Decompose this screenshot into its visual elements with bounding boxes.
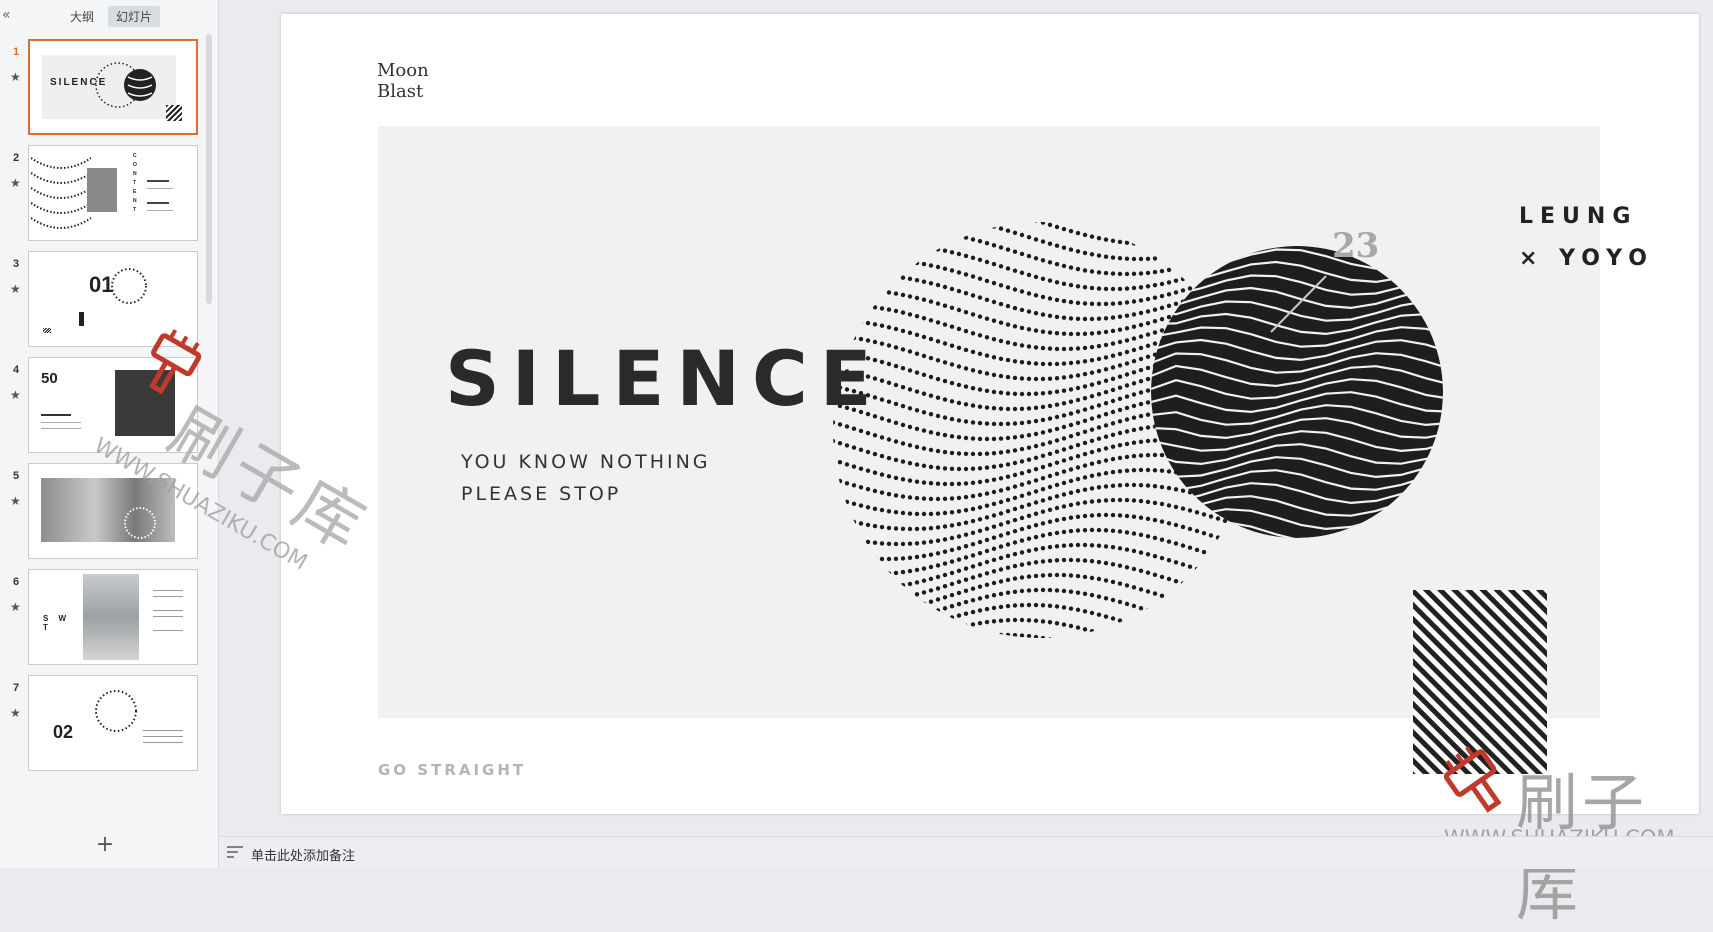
view-tabs: 大纲 幻灯片 bbox=[62, 6, 161, 27]
slide-number: 1 bbox=[13, 46, 20, 58]
animation-star-icon: ★ bbox=[10, 70, 21, 84]
thumb-graphic bbox=[124, 507, 156, 539]
slide-number: 2 bbox=[13, 152, 20, 164]
animation-star-icon: ★ bbox=[10, 176, 21, 190]
slide-number: 6 bbox=[13, 576, 20, 588]
striped-circle-graphic bbox=[1151, 246, 1443, 538]
thumb-caption: 02 bbox=[53, 722, 74, 742]
notes-icon bbox=[227, 846, 243, 858]
slide-canvas[interactable]: Moon Blast SILENCE YOU KNOW NOTHING PLEA… bbox=[281, 14, 1699, 814]
animation-star-icon: ★ bbox=[10, 494, 21, 508]
slide-number: 7 bbox=[13, 682, 20, 694]
tab-slides[interactable]: 幻灯片 bbox=[108, 6, 161, 27]
subtitle-line-1: YOU KNOW NOTHING bbox=[461, 451, 711, 473]
brush-logo-corner-icon bbox=[1444, 746, 1502, 813]
animation-star-icon: ★ bbox=[10, 282, 21, 296]
thumb-caption: CONTENT bbox=[133, 153, 137, 213]
subtitle-line-2: PLEASE STOP bbox=[461, 483, 622, 505]
slide-number: 5 bbox=[13, 470, 20, 482]
author-text[interactable]: LEUNG × YOYO bbox=[1519, 196, 1654, 280]
thumb-graphic bbox=[95, 690, 137, 732]
animation-star-icon: ★ bbox=[10, 706, 21, 720]
thumb-graphic bbox=[95, 62, 156, 108]
slide-thumbnail-1[interactable]: SILENCE bbox=[28, 39, 198, 135]
slide-thumbnail-2[interactable]: CONTENT bbox=[28, 145, 198, 241]
author-line-1: LEUNG bbox=[1519, 204, 1638, 229]
footer-text[interactable]: GO STRAIGHT bbox=[378, 761, 526, 779]
slide-number: 3 bbox=[13, 258, 20, 270]
thumb-graphic bbox=[31, 148, 95, 238]
slide-thumbnail-6[interactable]: S W T bbox=[28, 569, 198, 665]
collapse-panel-icon[interactable]: « bbox=[2, 6, 16, 24]
thumb-caption: S W T bbox=[43, 614, 71, 632]
slide-thumbnail-7[interactable]: 02 bbox=[28, 675, 198, 771]
slide-subtitle[interactable]: YOU KNOW NOTHING PLEASE STOP bbox=[461, 446, 711, 510]
add-slide-button[interactable]: + bbox=[94, 834, 116, 856]
notes-bar: 单击此处添加备注 bbox=[219, 836, 1713, 869]
slide-thumbnail-row: 7 ★ 02 bbox=[0, 674, 218, 774]
slide-number: 4 bbox=[13, 364, 20, 376]
slide-editing-area: Moon Blast SILENCE YOU KNOW NOTHING PLEA… bbox=[219, 0, 1713, 836]
animation-star-icon: ★ bbox=[10, 600, 21, 614]
slide-thumbnail-row: 1 ★ SILENCE bbox=[0, 38, 218, 138]
slide-thumbnail-row: 6 ★ S W T bbox=[0, 568, 218, 668]
slide-number-label[interactable]: 23 bbox=[1332, 226, 1379, 266]
notes-input[interactable]: 单击此处添加备注 bbox=[251, 845, 355, 864]
tab-outline[interactable]: 大纲 bbox=[62, 6, 102, 27]
thumb-caption: 50 bbox=[41, 370, 58, 387]
slide-title[interactable]: SILENCE bbox=[445, 334, 884, 423]
animation-star-icon: ★ bbox=[10, 388, 21, 402]
thumb-graphic bbox=[111, 268, 147, 304]
slide-thumbnail-row: 2 ★ CONTENT bbox=[0, 144, 218, 244]
author-line-2: × YOYO bbox=[1519, 246, 1655, 271]
